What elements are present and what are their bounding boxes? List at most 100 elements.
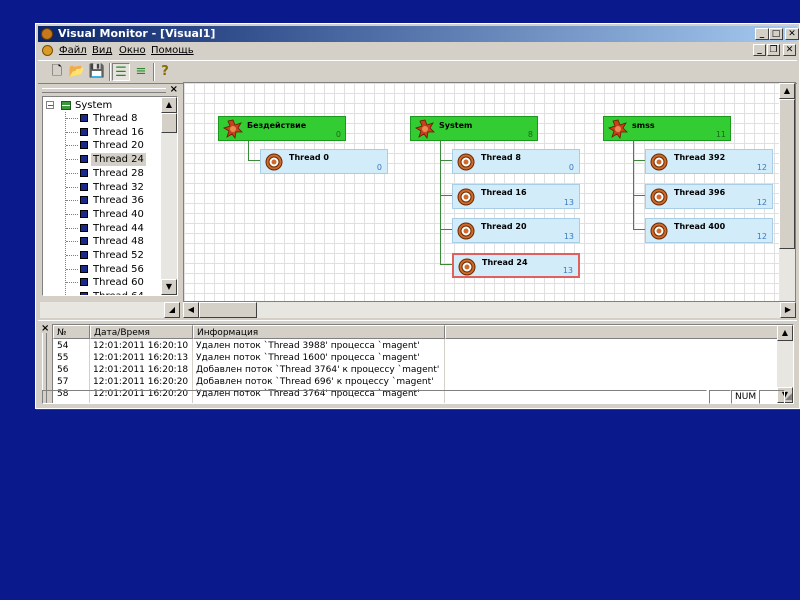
scroll-thumb[interactable]	[199, 302, 257, 318]
connector-line	[440, 160, 452, 161]
tree-item[interactable]: Thread 16	[43, 126, 163, 139]
tree-line	[66, 268, 78, 270]
menu-view[interactable]: Вид	[92, 43, 112, 59]
new-document-icon[interactable]: 🗋	[48, 63, 66, 81]
status-num: NUM	[731, 390, 757, 404]
connector-line	[440, 263, 452, 265]
tree-line	[66, 159, 78, 161]
tree-root[interactable]: − System	[43, 99, 163, 112]
tree-item-label: Thread 28	[93, 167, 144, 179]
col-header-datetime[interactable]: Дата/Время	[90, 325, 193, 339]
scroll-down-button[interactable]: ▼	[161, 279, 177, 295]
thread-ring-icon	[650, 222, 668, 240]
tree-item[interactable]: Thread 36	[43, 194, 163, 207]
tree-item[interactable]: Thread 52	[43, 249, 163, 262]
thread-node[interactable]: Thread 392 12	[645, 149, 773, 174]
close-button[interactable]: ✕	[785, 28, 799, 40]
process-node[interactable]: Бездействие 0	[218, 116, 346, 141]
process-diagram[interactable]: ▲ Бездействие 0 Thread 0 0 System 8 Thread 80 T…	[183, 82, 796, 302]
thread-node[interactable]: Thread 24 13	[452, 252, 580, 278]
scroll-up-button[interactable]: ▲	[161, 97, 177, 113]
title-bar[interactable]: Visual Monitor - [Visual1] _ □ ✕	[38, 26, 799, 42]
collapse-icon[interactable]: −	[46, 101, 54, 110]
log-row[interactable]: 54 12:01:2011 16:20:10 Удален поток `Threa…	[53, 340, 773, 352]
close-icon[interactable]: ×	[170, 84, 178, 95]
thread-name: Thread 400	[674, 222, 726, 231]
maximize-button[interactable]: □	[769, 28, 783, 40]
process-gear-icon	[415, 119, 435, 139]
tree-item[interactable]: Thread 48	[43, 235, 163, 248]
help-icon[interactable]: ?	[156, 63, 174, 81]
thread-icon	[80, 209, 88, 218]
scroll-up-button[interactable]: ▲	[779, 83, 795, 99]
process-node[interactable]: smss 11	[603, 116, 731, 141]
col-header-info[interactable]: Информация	[193, 325, 445, 339]
tree-line	[66, 131, 78, 133]
scroll-left-button[interactable]: ◀	[183, 302, 199, 318]
tree-line	[66, 200, 78, 202]
tree-item[interactable]: Thread 20	[43, 139, 163, 152]
tree-item-label: Thread 44	[93, 222, 144, 234]
tree-scrollbar[interactable]: ▲ ▼	[161, 97, 177, 295]
tree-item-label: Thread 8	[93, 113, 138, 124]
thread-node[interactable]: Thread 396 12	[645, 183, 773, 209]
menu-help[interactable]: Помощь	[151, 43, 194, 59]
tree-hscrollbar[interactable]: ◢	[40, 302, 180, 318]
diagram-vscrollbar[interactable]: ▲	[779, 83, 795, 301]
connector-line	[248, 160, 260, 161]
mdi-minimize-button[interactable]: _	[753, 44, 766, 56]
minimize-button[interactable]: _	[755, 28, 769, 40]
tree-item-label: Thread 60	[93, 277, 144, 289]
thread-count: 13	[562, 265, 573, 275]
scroll-thumb[interactable]	[161, 113, 177, 133]
diagram-hscrollbar[interactable]: ◀ ▶	[183, 302, 796, 318]
thread-node[interactable]: Thread 0 0	[260, 149, 388, 174]
tree-item[interactable]: Thread 40	[43, 208, 163, 221]
scroll-right-button[interactable]: ▶	[780, 302, 796, 318]
thread-tree[interactable]: − System Thread 8 Thread 16 Thread 20 Threa…	[42, 96, 178, 296]
thread-count: 0	[376, 163, 382, 172]
panel-grip[interactable]	[42, 88, 166, 93]
toolbar: 🗋 📂 💾 ☰ ≡ ?	[38, 60, 797, 84]
thread-count: 13	[563, 232, 574, 241]
scroll-thumb[interactable]	[779, 99, 795, 249]
tree-item[interactable]: Thread 56	[43, 263, 163, 276]
log-row[interactable]: 55 12:01:2011 16:20:13 Удален поток `Threa…	[53, 352, 773, 364]
process-node[interactable]: System 8	[410, 116, 538, 141]
tree-item[interactable]: Thread 28	[43, 167, 163, 180]
thread-node[interactable]: Thread 400 12	[645, 218, 773, 243]
log-row[interactable]: 56 12:01:2011 16:20:18 Добавлен поток `Thr…	[53, 364, 773, 376]
tree-item[interactable]: Thread 8	[43, 112, 163, 125]
log-row[interactable]: 57 12:01:2011 16:20:20 Добавлен поток `Thr…	[53, 376, 773, 388]
thread-icon	[80, 155, 88, 164]
col-header-num[interactable]: №	[53, 325, 90, 339]
list-view-icon[interactable]: ≡	[132, 63, 150, 81]
log-info: Добавлен поток `Thread 696' к процессу `…	[196, 377, 434, 387]
status-panel	[759, 390, 785, 404]
size-grip-icon[interactable]: ◢	[785, 392, 792, 402]
menu-file[interactable]: Файл	[59, 43, 87, 59]
save-icon[interactable]: 💾	[88, 63, 106, 81]
thread-ring-icon	[650, 153, 668, 171]
tree-view-icon[interactable]: ☰	[112, 63, 130, 81]
mdi-close-button[interactable]: ✕	[783, 44, 796, 56]
thread-node[interactable]: Thread 8 0	[452, 149, 580, 174]
tree-item[interactable]: Thread 64	[43, 290, 163, 295]
tree-line	[66, 145, 78, 147]
thread-node[interactable]: Thread 16 13	[452, 183, 580, 209]
document-icon[interactable]	[42, 45, 53, 56]
tree-item[interactable]: Thread 44	[43, 222, 163, 235]
tree-item-label: Thread 20	[93, 140, 144, 152]
open-folder-icon[interactable]: 📂	[68, 63, 86, 81]
tree-item[interactable]: Thread 32	[43, 181, 163, 194]
thread-node[interactable]: Thread 20 13	[452, 218, 580, 243]
thread-ring-icon	[457, 222, 475, 240]
tree-item[interactable]: Thread 60	[43, 276, 163, 289]
thread-icon	[80, 168, 88, 177]
menu-window[interactable]: Окно	[119, 43, 146, 59]
connector-line	[633, 194, 645, 196]
scroll-up-button[interactable]: ▲	[777, 325, 793, 341]
tree-item[interactable]: Thread 24	[43, 153, 163, 167]
scroll-corner-button[interactable]: ◢	[164, 302, 180, 318]
mdi-restore-button[interactable]: ❐	[767, 44, 780, 56]
